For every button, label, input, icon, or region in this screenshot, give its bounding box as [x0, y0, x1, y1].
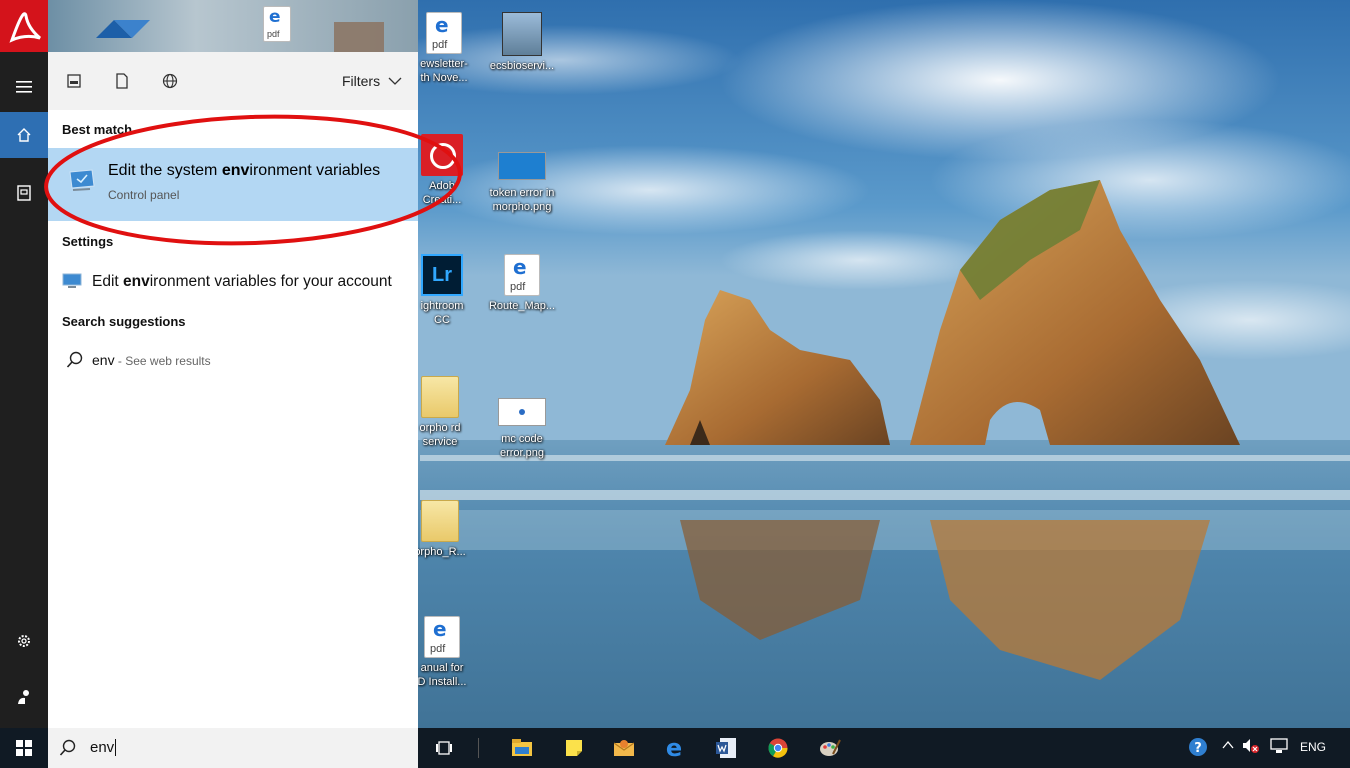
network-icon — [1270, 738, 1288, 753]
tray-chevron-button[interactable] — [1222, 738, 1234, 753]
strip-photo-icon[interactable] — [334, 22, 384, 52]
volume-muted-icon — [1243, 739, 1259, 753]
desktop-icon-ecsbioservice[interactable]: ecsbioservi... — [482, 12, 562, 73]
filter-documents-button[interactable] — [112, 71, 132, 91]
network-button[interactable] — [1270, 738, 1288, 757]
settings-result[interactable]: Edit environment variables for your acco… — [48, 266, 418, 298]
filters-label: Filters — [341, 73, 381, 89]
edge-button[interactable]: e — [662, 736, 686, 760]
task-view-icon — [436, 741, 452, 755]
windows-logo-icon — [16, 740, 32, 756]
best-match-subtitle: Control panel — [108, 188, 180, 202]
desktop-icon-route-map[interactable]: e pdf Route_Map... — [482, 254, 562, 313]
file-explorer-button[interactable] — [510, 736, 534, 760]
file-explorer-icon — [512, 739, 532, 756]
taskbar-divider — [478, 738, 479, 758]
settings-button[interactable] — [0, 618, 48, 664]
web-suggestion-result[interactable]: env - See web results — [48, 348, 418, 378]
edge-icon: e — [665, 734, 683, 762]
word-icon — [716, 738, 736, 758]
desktop-icon-token-error[interactable]: token error in morpho.png — [482, 144, 562, 214]
feedback-icon — [18, 690, 29, 704]
start-button[interactable] — [0, 728, 48, 768]
search-icon — [59, 739, 76, 756]
help-button[interactable]: ? — [1188, 737, 1208, 760]
chrome-button[interactable] — [766, 736, 790, 760]
search-input-text: env — [90, 739, 117, 756]
search-suggestions-heading: Search suggestions — [62, 314, 186, 329]
menu-button[interactable] — [0, 64, 48, 110]
filters-dropdown[interactable]: Filters — [342, 73, 402, 89]
chrome-icon — [768, 738, 788, 758]
notebook-icon — [17, 185, 31, 201]
chevron-down-icon — [388, 77, 402, 85]
diamond-app-icon — [96, 20, 150, 38]
installer-icon — [502, 12, 542, 56]
monitor-icon — [69, 169, 95, 191]
web-icon — [162, 73, 178, 89]
strip-app-icon[interactable] — [92, 0, 152, 52]
filter-web-button[interactable] — [160, 71, 180, 91]
filter-apps-button[interactable] — [64, 71, 84, 91]
monitor-icon — [62, 273, 82, 288]
sticky-notes-icon — [566, 740, 582, 756]
notebook-button[interactable] — [0, 170, 48, 216]
acrobat-taskbar-thumbnail[interactable] — [0, 0, 48, 52]
settings-heading: Settings — [62, 234, 114, 249]
best-match-heading: Best match — [62, 122, 133, 137]
home-icon — [17, 128, 31, 142]
search-icon — [66, 351, 83, 368]
filter-bar: Filters — [48, 52, 418, 110]
feedback-button[interactable] — [0, 674, 48, 720]
adobe-cc-icon — [421, 134, 463, 176]
best-match-result[interactable]: Edit the system environment variables Co… — [48, 148, 418, 221]
hamburger-icon — [16, 81, 32, 93]
sticky-notes-button[interactable] — [562, 736, 586, 760]
pdf-file-icon: e pdf — [424, 616, 460, 658]
home-button[interactable] — [0, 112, 48, 158]
image-file-icon — [498, 398, 546, 426]
outlook-icon — [614, 740, 634, 756]
search-results-panel: Filters Best match Edit the system envir… — [48, 52, 418, 728]
svg-text:?: ? — [1194, 741, 1202, 756]
paint-icon — [820, 739, 841, 756]
desktop-icon-mc-code[interactable]: mc code error.png — [482, 390, 562, 460]
settings-icon — [18, 635, 30, 647]
apps-icon — [67, 74, 81, 88]
folder-icon — [421, 376, 459, 418]
chevron-up-icon — [1222, 740, 1234, 749]
folder-icon — [421, 500, 459, 542]
image-file-icon — [498, 152, 546, 180]
outlook-button[interactable] — [612, 736, 636, 760]
strip-pdf-icon[interactable]: e pdf — [262, 6, 292, 46]
settings-result-title: Edit environment variables for your acco… — [92, 273, 392, 290]
word-button[interactable] — [714, 736, 738, 760]
help-icon: ? — [1189, 738, 1207, 756]
taskbar: env e ? ENG — [0, 728, 1350, 768]
suggestion-text: env - See web results — [92, 352, 211, 368]
acrobat-icon — [9, 12, 41, 43]
paint-button[interactable] — [818, 736, 842, 760]
start-rail — [0, 52, 48, 728]
pdf-file-icon: e pdf — [426, 12, 462, 54]
volume-button[interactable] — [1242, 738, 1260, 757]
taskbar-search-box[interactable]: env — [48, 728, 418, 768]
lightroom-icon: Lr — [421, 254, 463, 296]
task-view-button[interactable] — [432, 736, 456, 760]
language-indicator[interactable]: ENG — [1300, 740, 1326, 754]
best-match-title: Edit the system environment variables — [108, 162, 381, 179]
pdf-file-icon: e pdf — [504, 254, 540, 296]
document-icon — [116, 73, 128, 89]
